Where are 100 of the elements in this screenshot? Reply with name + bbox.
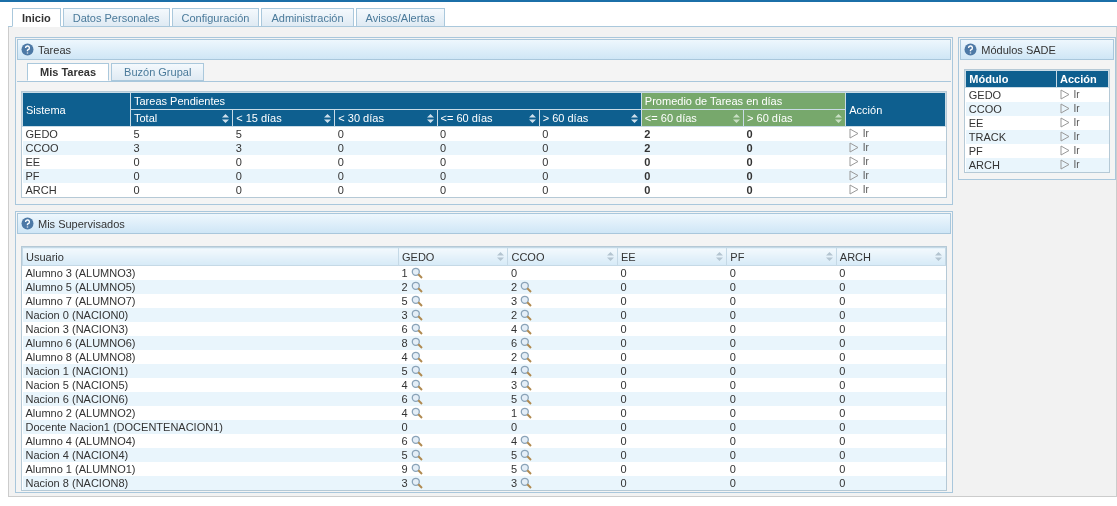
table-cell: 0 xyxy=(507,265,618,280)
help-icon[interactable] xyxy=(21,217,34,230)
tab[interactable]: Datos Personales xyxy=(62,8,170,27)
table-cell: 0 xyxy=(743,183,846,197)
table-cell: 0 xyxy=(836,336,946,350)
tab[interactable]: Buzón Grupal xyxy=(111,63,205,81)
table-cell: TRACK xyxy=(965,130,1057,144)
search-icon[interactable] xyxy=(410,267,423,279)
column-header: Acción xyxy=(845,92,946,127)
sort-icon[interactable] xyxy=(426,113,434,123)
table-cell: 0 xyxy=(836,308,946,322)
table-cell: ARCH xyxy=(22,183,131,197)
column-header[interactable]: GEDO xyxy=(398,247,508,266)
help-icon[interactable] xyxy=(21,43,34,56)
search-icon[interactable] xyxy=(410,365,423,377)
table-cell: 0 xyxy=(437,126,540,141)
table-cell: PF xyxy=(965,144,1057,158)
sort-icon[interactable] xyxy=(528,113,536,123)
go-link[interactable]: Ir xyxy=(848,155,869,167)
table-cell: 3 xyxy=(398,476,508,490)
search-icon[interactable] xyxy=(410,323,423,335)
search-icon[interactable] xyxy=(520,407,533,419)
search-icon[interactable] xyxy=(410,435,423,447)
search-icon[interactable] xyxy=(410,449,423,461)
go-link[interactable]: Ir xyxy=(848,127,869,139)
table-cell: 0 xyxy=(437,155,540,169)
panel-title: Tareas xyxy=(38,43,72,56)
search-icon[interactable] xyxy=(520,435,533,447)
column-header[interactable]: PF xyxy=(726,247,837,266)
table-cell: 0 xyxy=(437,183,540,197)
search-icon[interactable] xyxy=(410,407,423,419)
column-header[interactable]: EE xyxy=(617,247,727,266)
search-icon[interactable] xyxy=(410,337,423,349)
table-cell: Alumno 3 (ALUMNO3) xyxy=(22,265,399,280)
search-icon[interactable] xyxy=(520,295,533,307)
search-icon[interactable] xyxy=(410,281,423,293)
go-link[interactable]: Ir xyxy=(1059,88,1080,100)
sort-icon[interactable] xyxy=(630,113,638,123)
search-icon[interactable] xyxy=(410,351,423,363)
go-link[interactable]: Ir xyxy=(1059,130,1080,142)
search-icon[interactable] xyxy=(520,449,533,461)
search-icon[interactable] xyxy=(520,365,533,377)
table-cell: 0 xyxy=(130,183,233,197)
column-header[interactable]: CCOO xyxy=(507,247,618,266)
table-cell: 5 xyxy=(398,294,508,308)
table-cell: 9 xyxy=(398,462,508,476)
search-icon[interactable] xyxy=(410,309,423,321)
tab[interactable]: Inicio xyxy=(12,8,61,27)
search-icon[interactable] xyxy=(520,309,533,321)
table-cell: 0 xyxy=(743,155,846,169)
column-header[interactable]: ARCH xyxy=(836,247,946,266)
go-link[interactable]: Ir xyxy=(848,169,869,181)
search-icon[interactable] xyxy=(410,477,423,489)
tab[interactable]: Mis Tareas xyxy=(27,63,110,81)
go-link[interactable]: Ir xyxy=(1059,158,1080,170)
tab[interactable]: Avisos/Alertas xyxy=(355,8,446,27)
search-icon[interactable] xyxy=(520,337,533,349)
search-icon[interactable] xyxy=(410,295,423,307)
table-cell: Nacion 5 (NACION5) xyxy=(22,378,399,392)
play-icon xyxy=(1059,144,1070,156)
search-icon[interactable] xyxy=(410,393,423,405)
tab[interactable]: Configuración xyxy=(171,8,260,27)
column-header[interactable]: Usuario xyxy=(22,247,399,266)
table-cell: Alumno 6 (ALUMNO6) xyxy=(22,336,399,350)
help-icon[interactable] xyxy=(964,43,978,56)
search-icon[interactable] xyxy=(520,379,533,391)
search-icon[interactable] xyxy=(520,281,533,293)
table-cell: 0 xyxy=(617,294,727,308)
table-cell: Alumno 2 (ALUMNO2) xyxy=(22,406,399,420)
table-cell: 3 xyxy=(398,308,508,322)
table-cell: 0 xyxy=(726,308,837,322)
table-cell: ARCH xyxy=(965,158,1057,172)
go-link[interactable]: Ir xyxy=(1059,116,1080,128)
table-cell: 0 xyxy=(836,350,946,364)
table-cell: 5 xyxy=(507,392,618,406)
table-cell: 0 xyxy=(726,462,837,476)
search-icon[interactable] xyxy=(410,379,423,391)
search-icon[interactable] xyxy=(410,463,423,475)
table-cell: 8 xyxy=(398,336,508,350)
go-link[interactable]: Ir xyxy=(1059,102,1080,114)
search-icon[interactable] xyxy=(520,393,533,405)
search-icon[interactable] xyxy=(520,463,533,475)
table-cell: Alumno 7 (ALUMNO7) xyxy=(22,294,399,308)
go-link[interactable]: Ir xyxy=(1059,144,1080,156)
tab[interactable]: Administración xyxy=(261,8,354,27)
play-icon xyxy=(1059,116,1070,128)
table-cell: 0 xyxy=(743,141,846,155)
table-cell: 0 xyxy=(437,169,540,183)
sort-icon[interactable] xyxy=(324,113,332,123)
table-cell: 2 xyxy=(507,308,618,322)
table-cell: 0 xyxy=(617,406,727,420)
table-cell: Nacion 0 (NACION0) xyxy=(22,308,399,322)
play-icon xyxy=(848,155,859,167)
go-link[interactable]: Ir xyxy=(848,183,869,195)
search-icon[interactable] xyxy=(520,323,533,335)
search-icon[interactable] xyxy=(520,477,533,489)
go-link[interactable]: Ir xyxy=(848,141,869,153)
sort-icon[interactable] xyxy=(222,113,230,123)
table-cell: 0 xyxy=(507,420,618,434)
search-icon[interactable] xyxy=(520,351,533,363)
